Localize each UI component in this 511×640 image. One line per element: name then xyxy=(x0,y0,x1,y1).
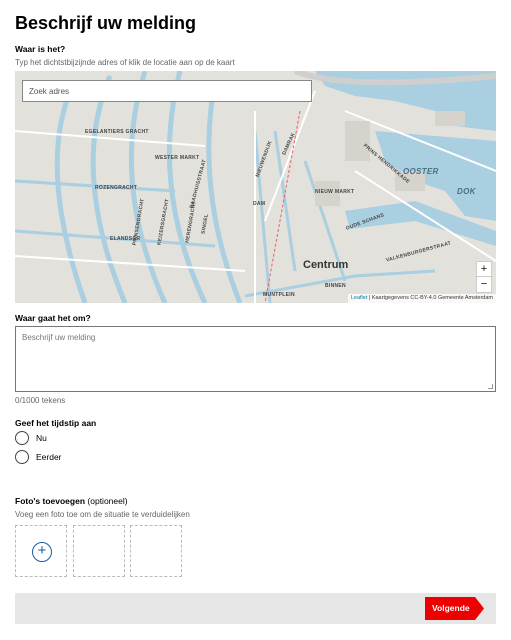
zoom-control: + − xyxy=(476,261,492,293)
zoom-in-button[interactable]: + xyxy=(477,262,491,277)
time-label: Geef het tijdstip aan xyxy=(15,418,97,428)
time-option-eerder[interactable]: Eerder xyxy=(15,450,62,464)
map-label-dok: DOK xyxy=(457,187,476,196)
radio-eerder[interactable] xyxy=(15,450,29,464)
resize-handle[interactable] xyxy=(488,384,493,389)
photos-hint: Voeg een foto toe om de situatie te verd… xyxy=(15,510,190,519)
photos-label: Foto's toevoegen (optioneel) xyxy=(15,496,128,507)
map-label-binnen: BINNEN xyxy=(325,283,346,289)
photos-label-text: Foto's toevoegen xyxy=(15,496,86,506)
next-button-label: Volgende xyxy=(432,603,470,613)
photos-optional: (optioneel) xyxy=(87,496,128,506)
location-hint: Typ het dichtstbijzijnde adres of klik d… xyxy=(15,58,235,67)
map-tiles[interactable] xyxy=(15,71,496,303)
map-label-westermarkt: WESTER MARKT xyxy=(155,155,200,161)
page-title: Beschrijf uw melding xyxy=(15,13,197,33)
map-label-ooster: OOSTER xyxy=(403,167,439,176)
map-label-muntplein: MUNTPLEIN xyxy=(263,292,295,298)
map-label-egelantiersgracht: EGELANTIERS GRACHT xyxy=(85,129,149,135)
address-search-input[interactable]: Zoek adres xyxy=(22,80,312,102)
attribution-text: | Kaartgegevens CC-BY-4.0 Gemeente Amste… xyxy=(368,295,493,301)
photo-slot-empty xyxy=(73,525,125,577)
form-footer: Volgende xyxy=(15,593,496,624)
next-button[interactable]: Volgende xyxy=(425,597,484,620)
description-textarea[interactable]: Beschrijf uw melding xyxy=(15,326,496,392)
add-photo-icon[interactable]: + xyxy=(32,542,52,562)
radio-nu-label: Nu xyxy=(36,432,47,443)
map-label-centrum: Centrum xyxy=(303,259,349,271)
time-option-nu[interactable]: Nu xyxy=(15,431,47,445)
description-label: Waar gaat het om? xyxy=(15,313,91,323)
photo-upload-slot[interactable]: + xyxy=(15,525,67,577)
radio-nu[interactable] xyxy=(15,431,29,445)
leaflet-link[interactable]: Leaflet xyxy=(351,295,368,301)
map-attribution: Leaflet | Kaartgegevens CC-BY-4.0 Gemeen… xyxy=(347,294,496,303)
location-map[interactable]: WESTER MARKT NIEUW MARKT DAM ROZENGRACHT… xyxy=(15,71,496,303)
zoom-out-button[interactable]: − xyxy=(477,277,491,292)
map-label-dam: DAM xyxy=(253,201,266,207)
radio-eerder-label: Eerder xyxy=(36,451,62,462)
map-label-rozengracht: ROZENGRACHT xyxy=(95,185,138,191)
map-label-nieuwmarkt: NIEUW MARKT xyxy=(315,189,355,195)
description-placeholder: Beschrijf uw melding xyxy=(22,333,96,342)
character-counter: 0/1000 tekens xyxy=(15,396,66,405)
location-label: Waar is het? xyxy=(15,44,66,54)
photo-slot-empty xyxy=(130,525,182,577)
